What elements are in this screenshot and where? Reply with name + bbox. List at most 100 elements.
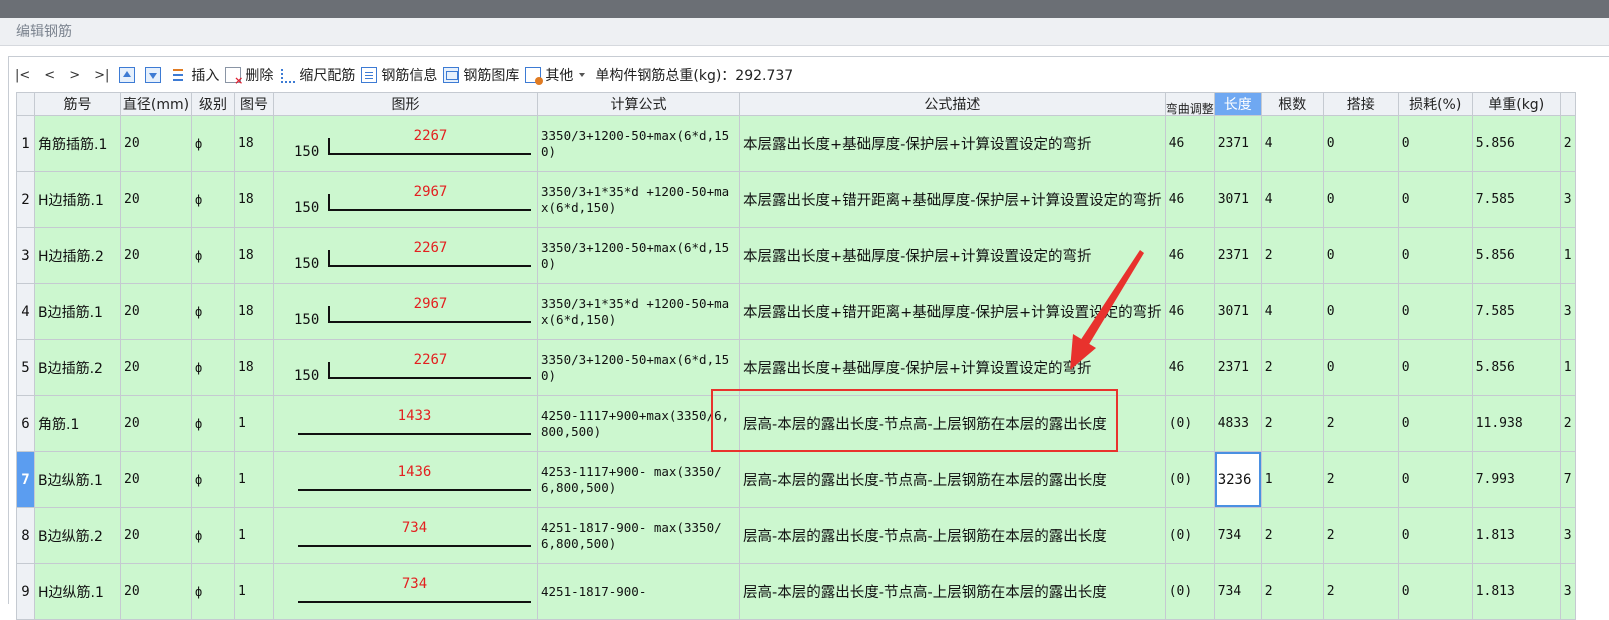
cell-extra[interactable]: 3 <box>1559 507 1576 564</box>
cell-diameter[interactable]: 20 <box>120 171 192 228</box>
cell-bend-adjust[interactable]: (0) <box>1164 451 1215 508</box>
col-header-lap[interactable]: 搭接 <box>1322 92 1399 116</box>
cell-name[interactable]: 角筋.1 <box>34 395 121 452</box>
cell-name[interactable]: H边插筋.2 <box>34 227 121 284</box>
cell-extra[interactable]: 1 <box>1559 227 1576 284</box>
cell-diameter[interactable]: 20 <box>120 283 192 340</box>
cell-shape[interactable]: 1436 <box>273 451 538 508</box>
cell-lap[interactable]: 0 <box>1322 171 1399 228</box>
cell-unit-weight[interactable]: 7.993 <box>1471 451 1561 508</box>
cell-length[interactable]: 2371 <box>1213 339 1262 396</box>
cell-diameter[interactable]: 20 <box>120 563 192 620</box>
cell-loss[interactable]: 0 <box>1397 283 1473 340</box>
row-index[interactable]: 1 <box>16 115 35 172</box>
cell-name[interactable]: H边纵筋.1 <box>34 563 121 620</box>
delete-button[interactable]: 删除 <box>222 63 276 87</box>
cell-figure-no[interactable]: 18 <box>234 283 274 340</box>
table-row[interactable]: 7 B边纵筋.1 20 ф 1 1436 4253-1117+900- max(3350/6… <box>16 451 1576 508</box>
cell-unit-weight[interactable]: 5.856 <box>1471 339 1561 396</box>
cell-count[interactable]: 2 <box>1260 563 1324 620</box>
cell-shape[interactable]: 150 2267 <box>273 339 538 396</box>
cell-extra[interactable]: 2 <box>1559 395 1576 452</box>
table-row[interactable]: 5 B边插筋.2 20 ф 18 150 2267 3350/3+1200-50+max(6*… <box>16 339 1576 396</box>
nav-first-button[interactable]: |< <box>8 63 37 87</box>
table-row[interactable]: 4 B边插筋.1 20 ф 18 150 2967 3350/3+1*35*d +1200-5… <box>16 283 1576 340</box>
cell-count[interactable]: 2 <box>1260 507 1324 564</box>
cell-figure-no[interactable]: 18 <box>234 115 274 172</box>
cell-grade[interactable]: ф <box>191 115 235 172</box>
row-index[interactable]: 6 <box>16 395 35 452</box>
scale-rebar-button[interactable]: 缩尺配筋 <box>276 63 358 87</box>
cell-extra[interactable]: 3 <box>1559 563 1576 620</box>
cell-lap[interactable]: 0 <box>1322 339 1399 396</box>
cell-formula[interactable]: 4250-1117+900+max(3350/6,800,500) <box>537 395 740 452</box>
cell-extra[interactable]: 7 <box>1559 451 1576 508</box>
cell-loss[interactable]: 0 <box>1397 451 1473 508</box>
cell-lap[interactable]: 0 <box>1322 283 1399 340</box>
cell-formula[interactable]: 3350/3+1200-50+max(6*d,150) <box>537 115 740 172</box>
row-index[interactable]: 8 <box>16 507 35 564</box>
cell-formula-desc[interactable]: 层高-本层的露出长度-节点高-上层钢筋在本层的露出长度 <box>739 563 1166 620</box>
cell-grade[interactable]: ф <box>191 227 235 284</box>
cell-diameter[interactable]: 20 <box>120 227 192 284</box>
col-header-bend-adjust[interactable]: 弯曲调整 <box>1164 92 1215 116</box>
cell-loss[interactable]: 0 <box>1397 227 1473 284</box>
cell-grade[interactable]: ф <box>191 451 235 508</box>
cell-count[interactable]: 2 <box>1260 227 1324 284</box>
cell-figure-no[interactable]: 18 <box>234 171 274 228</box>
row-index[interactable]: 9 <box>16 563 35 620</box>
cell-loss[interactable]: 0 <box>1397 563 1473 620</box>
cell-grade[interactable]: ф <box>191 283 235 340</box>
cell-length[interactable]: 2371 <box>1213 227 1262 284</box>
cell-count[interactable]: 1 <box>1260 451 1324 508</box>
col-header-grade[interactable]: 级别 <box>191 92 235 116</box>
cell-bend-adjust[interactable]: 46 <box>1164 115 1215 172</box>
cell-diameter[interactable]: 20 <box>120 451 192 508</box>
cell-length[interactable]: 3071 <box>1213 283 1262 340</box>
table-row[interactable]: 1 角筋插筋.1 20 ф 18 150 2267 3350/3+1200-50+max(6*… <box>16 115 1576 172</box>
cell-count[interactable]: 4 <box>1260 171 1324 228</box>
col-header-shape[interactable]: 图形 <box>273 92 538 116</box>
cell-lap[interactable]: 2 <box>1322 395 1399 452</box>
cell-loss[interactable]: 0 <box>1397 395 1473 452</box>
cell-unit-weight[interactable]: 1.813 <box>1471 507 1561 564</box>
cell-grade[interactable]: ф <box>191 395 235 452</box>
cell-lap[interactable]: 2 <box>1322 451 1399 508</box>
other-dropdown[interactable]: 其他 <box>522 63 588 87</box>
table-row[interactable]: 2 H边插筋.1 20 ф 18 150 2967 3350/3+1*35*d +1200-5… <box>16 171 1576 228</box>
cell-figure-no[interactable]: 1 <box>234 451 274 508</box>
cell-loss[interactable]: 0 <box>1397 507 1473 564</box>
cell-shape[interactable]: 734 <box>273 507 538 564</box>
cell-name[interactable]: 角筋插筋.1 <box>34 115 121 172</box>
cell-length[interactable]: 734 <box>1213 507 1262 564</box>
cell-length[interactable]: 2371 <box>1213 115 1262 172</box>
cell-figure-no[interactable]: 1 <box>234 395 274 452</box>
col-header-extra[interactable] <box>1559 92 1576 116</box>
cell-diameter[interactable]: 20 <box>120 395 192 452</box>
cell-bend-adjust[interactable]: 46 <box>1164 283 1215 340</box>
cell-unit-weight[interactable]: 5.856 <box>1471 227 1561 284</box>
nav-next-button[interactable]: > <box>62 63 87 87</box>
col-header-length[interactable]: 长度 <box>1213 92 1262 116</box>
cell-figure-no[interactable]: 18 <box>234 339 274 396</box>
cell-diameter[interactable]: 20 <box>120 507 192 564</box>
col-header-name[interactable]: 筋号 <box>34 92 121 116</box>
cell-figure-no[interactable]: 1 <box>234 507 274 564</box>
cell-extra[interactable]: 2 <box>1559 115 1576 172</box>
rebar-info-button[interactable]: 钢筋信息 <box>358 63 440 87</box>
cell-lap[interactable]: 0 <box>1322 227 1399 284</box>
cell-formula-desc[interactable]: 本层露出长度+基础厚度-保护层+计算设置设定的弯折 <box>739 115 1166 172</box>
col-header-loss[interactable]: 损耗(%) <box>1397 92 1473 116</box>
cell-count[interactable]: 4 <box>1260 283 1324 340</box>
cell-formula-desc[interactable]: 层高-本层的露出长度-节点高-上层钢筋在本层的露出长度 <box>739 451 1166 508</box>
move-down-button[interactable] <box>142 63 168 87</box>
cell-length[interactable]: 3236 <box>1213 451 1262 508</box>
cell-length[interactable]: 3071 <box>1213 171 1262 228</box>
cell-shape[interactable]: 150 2967 <box>273 283 538 340</box>
insert-button[interactable]: 插入 <box>168 63 222 87</box>
table-row[interactable]: 8 B边纵筋.2 20 ф 1 734 4251-1817-900- max(3350/6,… <box>16 507 1576 564</box>
cell-lap[interactable]: 0 <box>1322 115 1399 172</box>
cell-diameter[interactable]: 20 <box>120 339 192 396</box>
cell-unit-weight[interactable]: 7.585 <box>1471 283 1561 340</box>
cell-bend-adjust[interactable]: 46 <box>1164 227 1215 284</box>
